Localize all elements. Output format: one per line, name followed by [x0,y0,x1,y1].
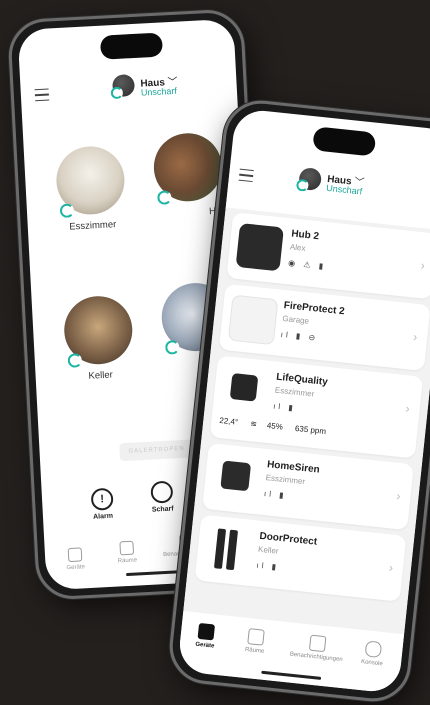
device-room: Alex [289,242,306,253]
hamburger-menu-icon[interactable] [34,88,50,102]
humidity-value: 45% [266,420,284,432]
tab-label: Räume [244,646,265,655]
volume-up-button [17,213,23,252]
tab-label: Geräte [195,641,215,650]
room-status-icon [67,353,83,368]
room-label: Keller [88,369,114,382]
tab-rooms[interactable]: Räume [102,540,151,565]
alarm-button[interactable]: ! Alarm [82,487,124,521]
device-status-icons: ıl ▮ [256,560,280,572]
device-room: Garage [281,313,310,326]
chevron-right-icon: › [395,488,402,504]
room-card-keller[interactable]: Keller [62,294,136,383]
dynamic-island [312,126,377,157]
hamburger-menu-icon[interactable] [238,168,254,183]
rooms-icon [119,540,135,556]
fireprotect-device-image [227,294,279,346]
app-header: Haus ﹀ Unscharf [20,69,239,140]
chevron-right-icon: › [404,401,411,416]
homesiren-device-image [211,453,260,503]
security-status: Unscharf [140,85,178,98]
dynamic-island [99,32,164,60]
tab-console[interactable]: Konsole [347,639,399,669]
chevron-right-icon: › [412,329,418,345]
tab-rooms[interactable]: Räume [229,626,281,656]
device-status-icons: ◉ ⚠ ▮ [287,258,327,272]
devices-icon [197,622,216,641]
device-name: Hub 2 [290,228,320,243]
console-icon [364,640,383,659]
environment-readings: 22,4° ≋ 45% 635 ppm [219,416,336,437]
mute-switch [14,173,20,196]
device-room: Esszimmer [274,385,315,399]
tab-label: Räume [117,557,138,565]
room-photo [54,144,127,219]
room-status-icon [164,340,180,355]
device-room: Keller [257,544,280,556]
device-status-icons: ıl ▮ [272,401,297,413]
room-card-esszimmer[interactable]: Esszimmer [54,144,128,234]
rooms-icon [247,628,265,646]
device-status-icons: ıl ▮ [263,488,288,501]
home-avatar[interactable] [111,74,136,98]
tab-devices[interactable]: Geräte [51,546,100,571]
humidity-icon: ≋ [249,419,258,429]
tab-label: Benachrichtigungen [289,651,343,664]
volume-down-button [19,263,25,302]
room-label: Esszimmer [69,219,117,233]
device-list[interactable]: Hub 2 Alex ◉ ⚠ ▮ › FireProtect 2 Garage … [183,207,430,635]
alarm-label: Alarm [92,512,114,521]
alarm-icon: ! [90,487,114,511]
room-status-icon [59,203,75,219]
device-room: Esszimmer [265,473,306,487]
temperature-value: 22,4° [218,415,239,427]
lifequality-device-image [220,366,269,415]
room-photo [152,131,224,205]
tab-notifications[interactable]: Benachrichtigungen [285,632,349,663]
chevron-right-icon: › [388,560,394,575]
arm-icon [150,480,174,504]
co2-value: 635 ppm [294,423,327,437]
devices-icon [67,547,83,563]
chevron-right-icon: › [420,258,426,273]
arm-button[interactable]: Scharf [141,480,183,514]
notifications-icon [308,634,327,653]
tab-devices[interactable]: Geräte [180,621,232,651]
doorprotect-device-image [203,525,253,574]
room-photo [62,294,135,368]
watermark-logo: GALERTROPEN [119,439,195,462]
device-card-lifequality[interactable]: LifeQuality Esszimmer ıl ▮ › 22,4° ≋ 45% … [209,355,424,459]
tab-label: Geräte [66,564,86,572]
arm-label: Scharf [151,505,174,514]
room-status-icon [157,190,172,205]
device-card-doorprotect[interactable]: DoorProtect Keller ıl ▮ › [194,514,407,602]
room-card-home-office[interactable]: Ho [151,131,225,221]
tab-label: Konsole [360,659,383,668]
device-status-icons: ıl ▮ ⊖ [280,329,319,343]
hub-device-image [235,222,284,272]
home-indicator [261,670,322,680]
home-avatar[interactable] [298,166,323,192]
